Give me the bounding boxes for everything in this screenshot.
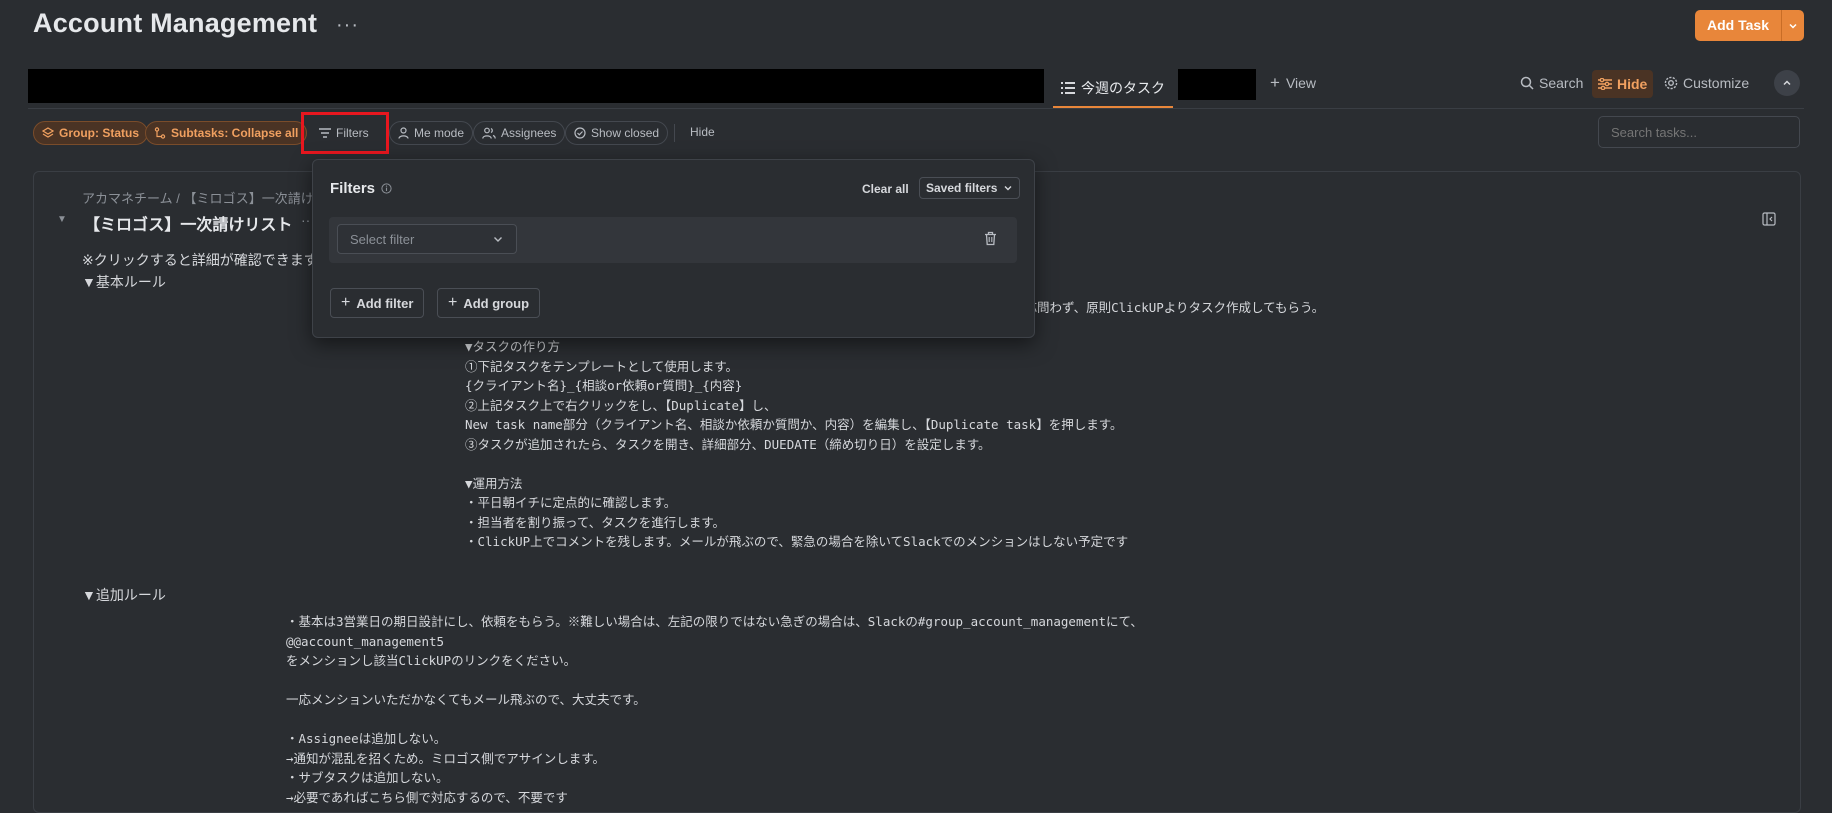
- add-group-label: Add group: [463, 295, 530, 311]
- description-line: [286, 671, 1143, 691]
- add-task-label[interactable]: Add Task: [1695, 10, 1781, 41]
- page-title: Account Management: [33, 8, 318, 38]
- check-circle-icon: [574, 127, 586, 139]
- plus-icon: +: [341, 294, 351, 311]
- basic-rules-heading: ▼基本ルール: [82, 274, 166, 290]
- description-line: ▼運用方法: [465, 475, 523, 491]
- filters-popup-title: Filters: [330, 180, 392, 197]
- collapse-header-button[interactable]: [1774, 70, 1800, 96]
- redacted-region: [1178, 69, 1256, 100]
- description-line: ・担当者を割り振って、タスクを進行します。: [465, 514, 726, 530]
- list-title: 【ミロゴス】一次請けリスト: [84, 217, 293, 234]
- description-line: をメンションし該当ClickUPのリンクをください。: [286, 653, 577, 668]
- description-line: [286, 710, 1143, 730]
- description-line: ▼タスクの作り方: [465, 339, 561, 354]
- breadcrumb[interactable]: アカマネチーム / 【ミロゴス】一次請けリ: [82, 188, 327, 207]
- description-line: ③タスクが追加されたら、タスクを開き、詳細部分、DUEDATE（締め切り日）を設…: [465, 436, 991, 452]
- assignees-label: Assignees: [501, 126, 557, 140]
- clear-all-button[interactable]: Clear all: [862, 182, 909, 196]
- description-line: ①下記タスクをテンプレートとして使用します。: [465, 358, 739, 374]
- saved-filters-dropdown[interactable]: Saved filters: [919, 177, 1021, 199]
- description-line: New task name部分（クライアント名、相談か依頼か質問か、内容）を編集…: [465, 417, 1123, 432]
- filters-title-label: Filters: [330, 180, 376, 197]
- description-line: →通知が混乱を招くため。ミロゴス側でアサインします。: [286, 750, 606, 766]
- description-block-1: ▼タスクの作り方 ①下記タスクをテンプレートとして使用します。 {クライアント名…: [465, 337, 1128, 552]
- search-tasks-input[interactable]: [1598, 116, 1800, 148]
- add-filter-button[interactable]: + Add filter: [330, 288, 425, 318]
- show-closed-label: Show closed: [591, 126, 660, 140]
- title-more-menu-icon[interactable]: ···: [336, 14, 359, 37]
- customize-button[interactable]: Customize: [1664, 75, 1749, 91]
- subtask-icon: [154, 127, 166, 139]
- gear-icon: [1664, 76, 1678, 90]
- subtasks-label: Subtasks: Collapse all: [171, 126, 299, 140]
- chevron-down-icon: [1004, 186, 1012, 191]
- chevron-up-icon: [1783, 80, 1791, 86]
- description-line: ・平日朝イチに定点的に確認します。: [465, 495, 677, 510]
- add-view-label: View: [1285, 75, 1317, 91]
- redacted-region: [28, 69, 1044, 103]
- additional-rules-heading: ▼追加ルール: [82, 587, 166, 603]
- sidebar-toggle-icon[interactable]: [1762, 212, 1776, 231]
- chevron-down-icon: [494, 237, 502, 242]
- description-line: 対応問わず、原則ClickUPよりタスク作成してもらう。: [1012, 300, 1325, 315]
- description-line: ・ClickUP上でコメントを残します。メールが飛ぶので、緊急の場合を除いてSl…: [465, 534, 1129, 549]
- delete-filter-trash-icon[interactable]: [984, 231, 997, 251]
- group-status-chip[interactable]: Group: Status: [33, 121, 148, 145]
- collapse-caret-icon[interactable]: ▼: [57, 214, 67, 225]
- me-mode-button[interactable]: Me mode: [389, 121, 474, 145]
- add-group-button[interactable]: + Add group: [437, 288, 541, 318]
- description-line: {クライアント名}_{相談or依頼or質問}_{内容}: [465, 378, 743, 393]
- add-filter-label: Add filter: [356, 295, 414, 311]
- group-status-label: Group: Status: [59, 126, 139, 140]
- add-task-button[interactable]: Add Task: [1695, 10, 1804, 41]
- show-closed-button[interactable]: Show closed: [565, 121, 669, 145]
- select-filter-dropdown[interactable]: Select filter: [337, 224, 517, 254]
- tab-this-week-tasks[interactable]: 今週のタスク: [1053, 70, 1173, 108]
- description-line: [465, 454, 1128, 474]
- info-icon[interactable]: [381, 183, 392, 194]
- description-line: ・Assigneeは追加しない。: [286, 731, 447, 746]
- divider: [674, 124, 675, 142]
- add-task-dropdown-icon[interactable]: [1780, 10, 1804, 41]
- plus-icon: +: [448, 294, 458, 311]
- users-icon: [482, 127, 496, 139]
- user-icon: [398, 127, 409, 139]
- sliders-icon: [1598, 78, 1612, 90]
- description-line: @@account_management5: [286, 633, 445, 649]
- description-line: ・サブタスクは追加しない。: [286, 770, 449, 785]
- tab-label: 今週のタスク: [1081, 80, 1165, 96]
- assignees-button[interactable]: Assignees: [473, 121, 566, 145]
- description-line: →必要であればこちら側で対応するので、不要です: [286, 789, 568, 805]
- filter-row: Select filter: [329, 217, 1017, 263]
- me-mode-label: Me mode: [414, 126, 465, 140]
- list-view-icon: [1061, 82, 1075, 94]
- subtasks-chip[interactable]: Subtasks: Collapse all: [145, 121, 308, 145]
- filters-popup: Filters Clear all Saved filters Select f…: [312, 159, 1035, 338]
- hide-button[interactable]: Hide: [1592, 70, 1654, 98]
- customize-label: Customize: [1683, 75, 1750, 91]
- description-block-2: ・基本は3営業日の期日設計にし、依頼をもらう。※難しい場合は、左記の限りではない…: [286, 612, 1143, 807]
- select-filter-placeholder: Select filter: [350, 231, 415, 247]
- search-button[interactable]: Search: [1520, 75, 1583, 91]
- plus-icon: +: [1270, 73, 1280, 92]
- description-line: ・基本は3営業日の期日設計にし、依頼をもらう。※難しい場合は、左記の限りではない…: [286, 614, 1143, 629]
- saved-filters-label: Saved filters: [926, 181, 998, 195]
- description-line: 一応メンションいただかなくてもメール飛ぶので、大丈夫です。: [286, 692, 646, 707]
- highlight-box: [301, 112, 389, 154]
- search-icon: [1520, 76, 1534, 90]
- hide-label: Hide: [1617, 76, 1648, 92]
- description-line: ②上記タスク上で右クリックをし、【Duplicate】し、: [465, 397, 777, 413]
- hide-filter-link[interactable]: Hide: [690, 125, 715, 139]
- layers-icon: [42, 127, 54, 138]
- add-view-button[interactable]: + View: [1270, 73, 1317, 92]
- search-label: Search: [1539, 75, 1584, 91]
- click-note: ※クリックすると詳細が確認できます: [82, 252, 318, 268]
